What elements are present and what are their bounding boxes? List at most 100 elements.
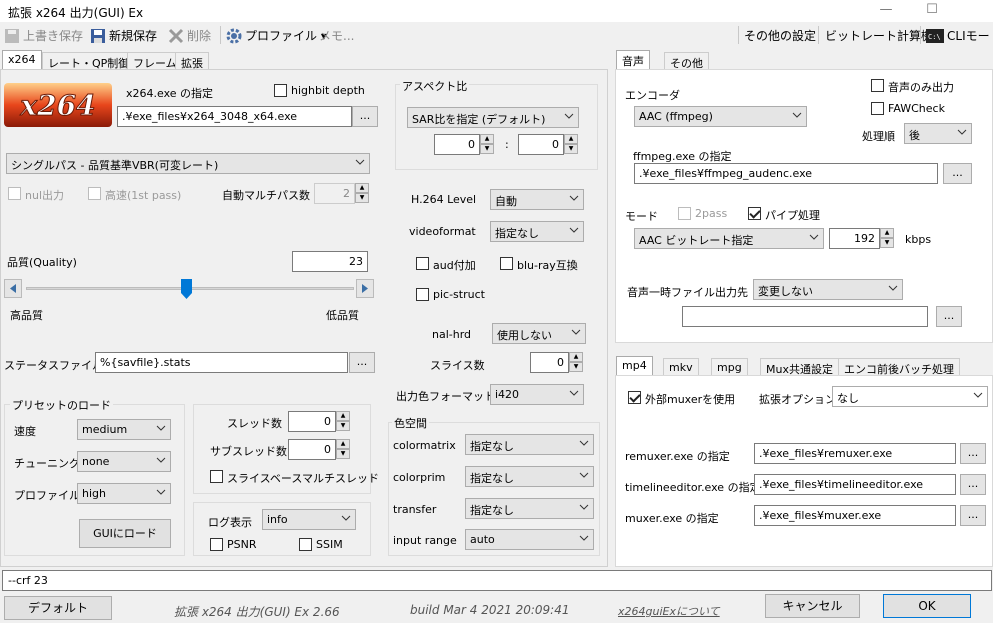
fawcheck-checkbox[interactable] [871,102,884,115]
cancel-button[interactable]: キャンセル [765,594,860,618]
twopass-label: 2pass [695,207,728,220]
threads-spinner[interactable]: ▲ ▼ [336,411,350,432]
bluray-checkbox[interactable] [500,257,513,270]
nal-hrd-select[interactable]: 使用しない [492,323,586,344]
threads-input[interactable]: 0 [288,411,336,432]
speed-value: medium [82,423,128,436]
auto-multipass-spinner[interactable]: ▲ ▼ [355,183,369,204]
other-settings-button[interactable]: その他の設定 [744,27,816,44]
encode-mode-select[interactable]: シングルパス - 品質基準VBR(可変レート) [6,153,370,174]
speed-select[interactable]: medium [77,419,171,440]
ext-option-select[interactable]: なし [832,386,988,407]
bitrate-mode-select[interactable]: AAC ビットレート指定 [634,228,824,249]
nul-output-label: nul出力 [25,189,64,202]
output-color-select[interactable]: i420 [490,384,584,405]
tuning-select[interactable]: none [77,451,171,472]
new-save-button[interactable]: 新規保存 [90,27,157,44]
tab-batch[interactable]: エンコ前後バッチ処理 [838,358,960,376]
timelineeditor-path-input[interactable]: .¥exe_files¥timelineeditor.exe [754,474,956,495]
bitrate-input[interactable]: 192 [829,228,880,249]
slices-input[interactable]: 0 [530,352,569,373]
transfer-select[interactable]: 指定なし [465,498,594,519]
about-link[interactable]: x264guiExについて [618,603,720,619]
minimize-button[interactable]: — [866,2,906,20]
ok-button[interactable]: OK [883,594,971,618]
pic-struct-checkbox[interactable] [416,288,429,301]
aspect-height-spinner[interactable]: ▲ ▼ [564,134,578,155]
nul-output-checkbox[interactable] [8,187,21,200]
delete-button[interactable]: 削除 [168,27,211,44]
quality-slider-thumb[interactable] [181,279,193,299]
highbit-checkbox[interactable] [274,84,287,97]
tab-other[interactable]: その他 [664,52,709,70]
external-muxer-checkbox[interactable] [628,391,641,404]
tab-mp4[interactable]: mp4 [616,356,653,376]
aspect-mode-select[interactable]: SAR比を指定 (デフォルト) [407,107,579,128]
tab-mux-common[interactable]: Mux共通設定 [760,358,839,376]
videoformat-value: 指定なし [495,227,539,240]
colorprim-select[interactable]: 指定なし [465,466,594,487]
profile-select[interactable]: high [77,483,171,504]
cli-mode-button[interactable]: C:\ CLIモード [926,27,993,44]
muxer-browse-button[interactable]: ... [960,505,986,526]
bitrate-calc-label: ビットレート計算機 [825,29,934,43]
temp-output-path-input[interactable] [682,306,928,327]
status-file-browse-button[interactable]: ... [349,352,375,373]
profile-menu-button[interactable]: プロファイル ▾ [226,27,327,44]
psnr-checkbox[interactable] [210,538,223,551]
audio-only-checkbox[interactable] [871,79,884,92]
slice-multithread-checkbox[interactable] [210,470,223,483]
colormatrix-select[interactable]: 指定なし [465,434,594,455]
subthreads-input[interactable]: 0 [288,439,336,460]
videoformat-select[interactable]: 指定なし [490,221,584,242]
quality-input[interactable]: 23 [292,251,368,272]
command-line-field[interactable]: --crf 23 [2,570,992,591]
process-order-select[interactable]: 後 [904,123,972,144]
tab-mkv[interactable]: mkv [663,358,699,376]
mode-label: モード [625,210,658,223]
h264-level-select[interactable]: 自動 [490,189,584,210]
x264-exe-path-input[interactable]: .¥exe_files¥x264_3048_x64.exe [117,106,352,127]
aspect-height-input[interactable]: 0 [518,134,564,155]
aspect-width-spinner[interactable]: ▲ ▼ [480,134,494,155]
log-level-select[interactable]: info [262,509,356,530]
tab-x264[interactable]: x264 [2,50,42,70]
slider-right-button[interactable] [356,279,374,298]
temp-output-select[interactable]: 変更しない [753,279,903,300]
timelineeditor-label: timelineeditor.exe の指定 [625,481,761,494]
ffmpeg-browse-button[interactable]: ... [943,163,972,184]
input-range-select[interactable]: auto [465,529,594,550]
muxer-path-input[interactable]: .¥exe_files¥muxer.exe [754,505,956,526]
tab-audio[interactable]: 音声 [616,50,650,70]
twopass-checkbox[interactable] [678,207,691,220]
bitrate-calc-button[interactable]: ビットレート計算機 [825,27,933,44]
maximize-button[interactable]: ☐ [912,2,952,20]
remuxer-path-input[interactable]: .¥exe_files¥remuxer.exe [754,443,956,464]
gui-load-button[interactable]: GUIにロード [79,519,171,548]
status-file-input[interactable]: %{savfile}.stats [95,352,348,373]
aspect-width-input[interactable]: 0 [434,134,480,155]
fast-pass-checkbox[interactable] [88,187,101,200]
temp-output-browse-button[interactable]: ... [936,306,962,327]
timelineeditor-browse-button[interactable]: ... [960,474,986,495]
pipe-checkbox[interactable] [748,207,761,220]
subthreads-spinner[interactable]: ▲ ▼ [336,439,350,460]
tab-extension[interactable]: 拡張 [175,52,209,70]
tab-mpg[interactable]: mpg [711,358,748,376]
ssim-checkbox[interactable] [299,538,312,551]
overwrite-save-button[interactable]: 上書き保存 [4,27,83,44]
x264-exe-browse-button[interactable]: ... [352,106,378,127]
auto-multipass-input[interactable]: 2 [314,183,355,204]
slices-spinner[interactable]: ▲ ▼ [569,352,583,373]
slider-left-button[interactable] [4,279,22,298]
bitrate-spinner[interactable]: ▲ ▼ [880,228,894,249]
default-button[interactable]: デフォルト [4,596,112,620]
videoformat-label: videoformat [409,225,476,238]
encoder-select[interactable]: AAC (ffmpeg) [634,106,807,127]
remuxer-browse-button[interactable]: ... [960,443,986,464]
tab-rate-qp[interactable]: レート・QP制御 [42,52,136,70]
build-info: build Mar 4 2021 20:09:41 [410,603,570,617]
memo-button[interactable]: メモ... [319,27,354,44]
aud-checkbox[interactable] [416,257,429,270]
ffmpeg-path-input[interactable]: .¥exe_files¥ffmpeg_audenc.exe [634,163,938,184]
